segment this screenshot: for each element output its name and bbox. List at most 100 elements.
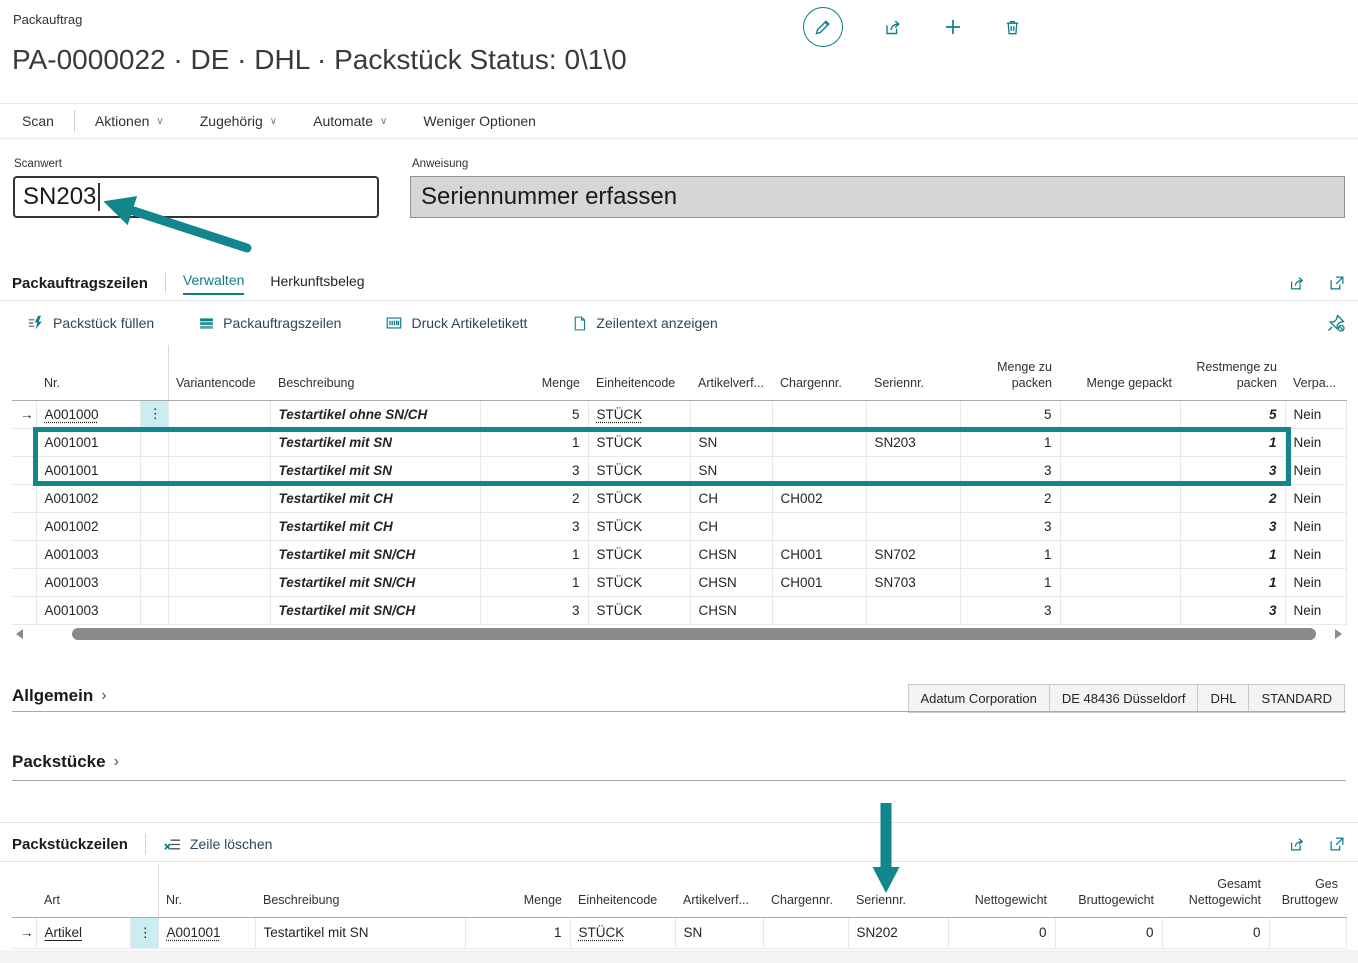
- scrollbar-thumb[interactable]: [72, 628, 1316, 640]
- share-button[interactable]: [1288, 274, 1306, 292]
- action-druck-artikeletikett[interactable]: Druck Artikeletikett: [385, 314, 527, 332]
- row-menu-button[interactable]: [140, 512, 169, 541]
- cell-menge[interactable]: 1: [465, 917, 571, 949]
- cell-art[interactable]: Artikel: [36, 917, 131, 949]
- horizontal-scrollbar[interactable]: [12, 627, 1346, 641]
- cell-einheitencode[interactable]: STÜCK: [588, 484, 691, 513]
- cell-variantencode[interactable]: [168, 428, 271, 457]
- cell-seriennr[interactable]: [866, 512, 961, 541]
- cell-menge_zu_packen[interactable]: 3: [960, 512, 1061, 541]
- table-row[interactable]: → A001000 ⋮ Testartikel ohne SN/CH 5 STÜCK 5 5 N…: [12, 400, 1347, 429]
- cell-verpackt[interactable]: Nein: [1285, 568, 1347, 597]
- column-header[interactable]: Gesamt Nettogewicht: [1162, 862, 1269, 918]
- cell-nr[interactable]: A001003: [36, 596, 141, 625]
- cell-restmenge_zu_packen[interactable]: 1: [1180, 428, 1286, 457]
- cell-chargennr[interactable]: [772, 596, 867, 625]
- cell-beschreibung[interactable]: Testartikel ohne SN/CH: [270, 400, 481, 429]
- cell-einheitencode[interactable]: STÜCK: [588, 428, 691, 457]
- cell-verpackt[interactable]: Nein: [1285, 540, 1347, 569]
- cell-einheitencode[interactable]: STÜCK: [588, 400, 691, 429]
- cell-einheitencode[interactable]: STÜCK: [588, 512, 691, 541]
- new-button[interactable]: [943, 17, 963, 37]
- cell-einheitencode[interactable]: STÜCK: [570, 917, 676, 949]
- scroll-left-arrow[interactable]: [16, 629, 23, 639]
- column-header[interactable]: Chargennr.: [763, 862, 848, 918]
- cell-seriennr[interactable]: [866, 456, 961, 485]
- cell-chargennr[interactable]: CH002: [772, 484, 867, 513]
- cell-menge_gepackt[interactable]: [1060, 540, 1181, 569]
- edit-button[interactable]: [803, 7, 843, 47]
- cell-verpackt[interactable]: Nein: [1285, 428, 1347, 457]
- cell-artikelverf[interactable]: SN: [690, 456, 773, 485]
- cell-menge[interactable]: 3: [480, 596, 589, 625]
- cell-menge_gepackt[interactable]: [1060, 484, 1181, 513]
- cell-restmenge_zu_packen[interactable]: 5: [1180, 400, 1286, 429]
- cell-beschreibung[interactable]: Testartikel mit CH: [270, 512, 481, 541]
- cell-menge_zu_packen[interactable]: 2: [960, 484, 1061, 513]
- cell-variantencode[interactable]: [168, 568, 271, 597]
- cell-menge[interactable]: 3: [480, 456, 589, 485]
- cell-artikelverf[interactable]: CH: [690, 512, 773, 541]
- menu-weniger-optionen[interactable]: Weniger Optionen: [423, 113, 536, 129]
- cell-variantencode[interactable]: [168, 596, 271, 625]
- fasttab-packstuecke[interactable]: Packstücke ›: [12, 752, 119, 772]
- table-row[interactable]: A001001 Testartikel mit SN 3 STÜCK SN 3 3 Nein: [12, 456, 1347, 485]
- cell-menge_zu_packen[interactable]: 1: [960, 540, 1061, 569]
- column-header[interactable]: Menge zu packen: [960, 343, 1060, 401]
- column-header[interactable]: Einheitencode: [588, 343, 690, 401]
- unpin-button[interactable]: [1326, 313, 1346, 333]
- column-header[interactable]: Nettogewicht: [948, 862, 1055, 918]
- share-button[interactable]: [883, 17, 903, 37]
- cell-nettogewicht[interactable]: 0: [948, 917, 1056, 949]
- chip-customer[interactable]: Adatum Corporation: [907, 684, 1050, 713]
- cell-verpackt[interactable]: Nein: [1285, 596, 1347, 625]
- chip-standard[interactable]: STANDARD: [1248, 684, 1345, 713]
- cell-menge[interactable]: 3: [480, 512, 589, 541]
- cell-chargennr[interactable]: [772, 512, 867, 541]
- cell-menge_gepackt[interactable]: [1060, 400, 1181, 429]
- cell-restmenge_zu_packen[interactable]: 3: [1180, 456, 1286, 485]
- chip-address[interactable]: DE 48436 Düsseldorf: [1048, 684, 1199, 713]
- cell-variantencode[interactable]: [168, 400, 271, 429]
- table-row[interactable]: → Artikel ⋮ A001001 Testartikel mit SN 1 STÜCK…: [12, 917, 1347, 949]
- cell-restmenge_zu_packen[interactable]: 1: [1180, 568, 1286, 597]
- cell-menge_gepackt[interactable]: [1060, 456, 1181, 485]
- cell-menge[interactable]: 2: [480, 484, 589, 513]
- cell-chargennr[interactable]: [772, 428, 867, 457]
- cell-artikelverf[interactable]: CHSN: [690, 596, 773, 625]
- cell-menge_gepackt[interactable]: [1060, 568, 1181, 597]
- cell-ges_bruttogewicht[interactable]: [1269, 917, 1347, 949]
- action-zeilentext-anzeigen[interactable]: Zeilentext anzeigen: [571, 315, 718, 332]
- action-zeile-loeschen[interactable]: Zeile löschen: [163, 835, 272, 854]
- menu-automate[interactable]: Automate ∨: [313, 113, 387, 129]
- column-header[interactable]: Menge: [465, 862, 570, 918]
- cell-menge[interactable]: 1: [480, 428, 589, 457]
- cell-menge_zu_packen[interactable]: 1: [960, 568, 1061, 597]
- column-header[interactable]: Beschreibung: [255, 862, 465, 918]
- fasttab-allgemein[interactable]: Allgemein ›: [12, 686, 107, 706]
- delete-button[interactable]: [1003, 18, 1022, 37]
- table-row[interactable]: A001003 Testartikel mit SN/CH 1 STÜCK CHSN CH…: [12, 568, 1347, 597]
- cell-artikelverf[interactable]: [690, 400, 773, 429]
- cell-seriennr[interactable]: [866, 484, 961, 513]
- cell-verpackt[interactable]: Nein: [1285, 456, 1347, 485]
- cell-seriennr[interactable]: [866, 400, 961, 429]
- column-header[interactable]: Restmenge zu packen: [1180, 343, 1285, 401]
- cell-beschreibung[interactable]: Testartikel mit CH: [270, 484, 481, 513]
- cell-seriennr[interactable]: [866, 596, 961, 625]
- table-row[interactable]: A001003 Testartikel mit SN/CH 3 STÜCK CHSN 3 3…: [12, 596, 1347, 625]
- column-header[interactable]: Einheitencode: [570, 862, 675, 918]
- column-header[interactable]: Menge: [480, 343, 588, 401]
- cell-nr[interactable]: A001000: [36, 400, 141, 429]
- cell-menge[interactable]: 1: [480, 540, 589, 569]
- cell-chargennr[interactable]: CH001: [772, 568, 867, 597]
- cell-beschreibung[interactable]: Testartikel mit SN/CH: [270, 568, 481, 597]
- action-packauftragszeilen[interactable]: Packauftragszeilen: [198, 315, 341, 332]
- cell-verpackt[interactable]: Nein: [1285, 512, 1347, 541]
- cell-verpackt[interactable]: Nein: [1285, 400, 1347, 429]
- cell-menge[interactable]: 1: [480, 568, 589, 597]
- tab-herkunftsbeleg[interactable]: Herkunftsbeleg: [270, 273, 364, 294]
- column-header[interactable]: Beschreibung: [270, 343, 480, 401]
- column-header[interactable]: Nr.: [36, 343, 140, 401]
- action-packstueck-fuellen[interactable]: Packstück füllen: [27, 314, 154, 332]
